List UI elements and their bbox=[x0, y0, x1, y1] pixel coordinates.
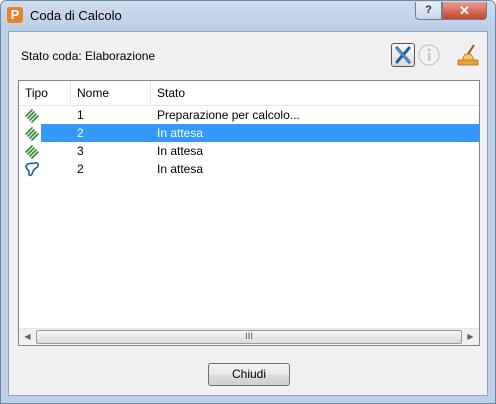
table-row[interactable]: 3 In attesa bbox=[19, 142, 479, 160]
scrollbar-thumb[interactable]: III bbox=[36, 330, 462, 344]
row-name: 1 bbox=[77, 108, 84, 122]
close-button[interactable]: Chiudi bbox=[208, 363, 290, 386]
row-name: 2 bbox=[77, 162, 84, 176]
table-row[interactable]: 1 Preparazione per calcolo... bbox=[19, 106, 479, 124]
broom-icon bbox=[457, 44, 479, 66]
clear-queue-button[interactable] bbox=[456, 43, 480, 67]
info-button[interactable] bbox=[417, 43, 441, 67]
queue-list[interactable]: Tipo Nome Stato 1 Preparazione per calco… bbox=[18, 80, 480, 346]
row-name: 2 bbox=[77, 126, 84, 140]
toolpath-icon bbox=[25, 145, 39, 159]
row-state: In attesa bbox=[157, 144, 204, 158]
toolpath-icon bbox=[25, 127, 39, 141]
scroll-right-icon[interactable]: ▶ bbox=[462, 329, 479, 345]
table-row[interactable]: 2 In attesa bbox=[19, 124, 479, 142]
boundary-icon bbox=[25, 162, 39, 177]
column-header-type[interactable]: Tipo bbox=[19, 81, 71, 105]
list-header: Tipo Nome Stato bbox=[19, 81, 479, 106]
row-selection-highlight bbox=[41, 124, 479, 142]
column-header-state[interactable]: Stato bbox=[151, 81, 479, 105]
scroll-left-icon[interactable]: ◀ bbox=[19, 329, 36, 345]
dialog-body: Stato coda: Elaborazione Tipo Nome Stato… bbox=[8, 31, 488, 396]
cancel-calculation-icon bbox=[395, 46, 411, 64]
row-state: Preparazione per calcolo... bbox=[157, 108, 300, 122]
close-window-button[interactable]: ✕ bbox=[442, 2, 487, 20]
cancel-job-button[interactable] bbox=[391, 43, 415, 67]
app-logo-icon: P bbox=[7, 7, 23, 23]
row-state: In attesa bbox=[157, 162, 204, 176]
dialog-window: P Coda di Calcolo ? ✕ Stato coda: Elabor… bbox=[0, 0, 496, 404]
queue-status: Stato coda: Elaborazione bbox=[21, 49, 156, 63]
help-button[interactable]: ? bbox=[415, 2, 442, 20]
info-icon bbox=[418, 44, 440, 66]
title-bar: P Coda di Calcolo ? ✕ bbox=[1, 1, 495, 31]
toolpath-icon bbox=[25, 109, 39, 123]
horizontal-scrollbar[interactable]: ◀ III ▶ bbox=[19, 328, 479, 345]
window-title: Coda di Calcolo bbox=[30, 8, 122, 23]
table-row[interactable]: 2 In attesa bbox=[19, 160, 479, 178]
column-header-name[interactable]: Nome bbox=[71, 81, 151, 105]
row-state: In attesa bbox=[157, 126, 204, 140]
row-name: 3 bbox=[77, 144, 84, 158]
